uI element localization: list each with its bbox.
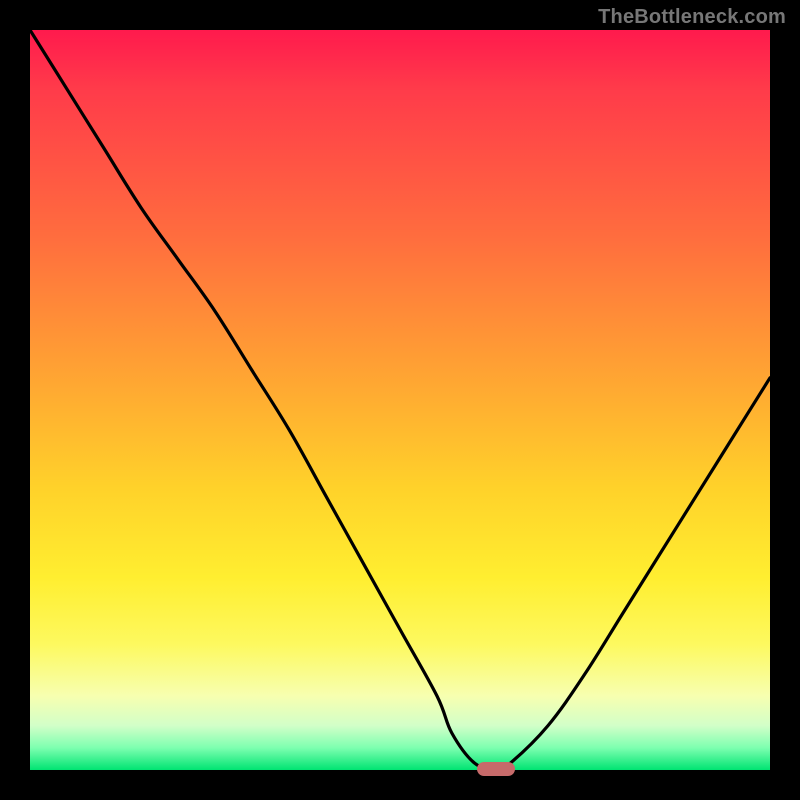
chart-frame: TheBottleneck.com	[0, 0, 800, 800]
bottleneck-curve	[30, 30, 770, 770]
attribution-text: TheBottleneck.com	[598, 6, 786, 29]
optimum-marker	[477, 762, 515, 776]
plot-area	[30, 30, 770, 770]
